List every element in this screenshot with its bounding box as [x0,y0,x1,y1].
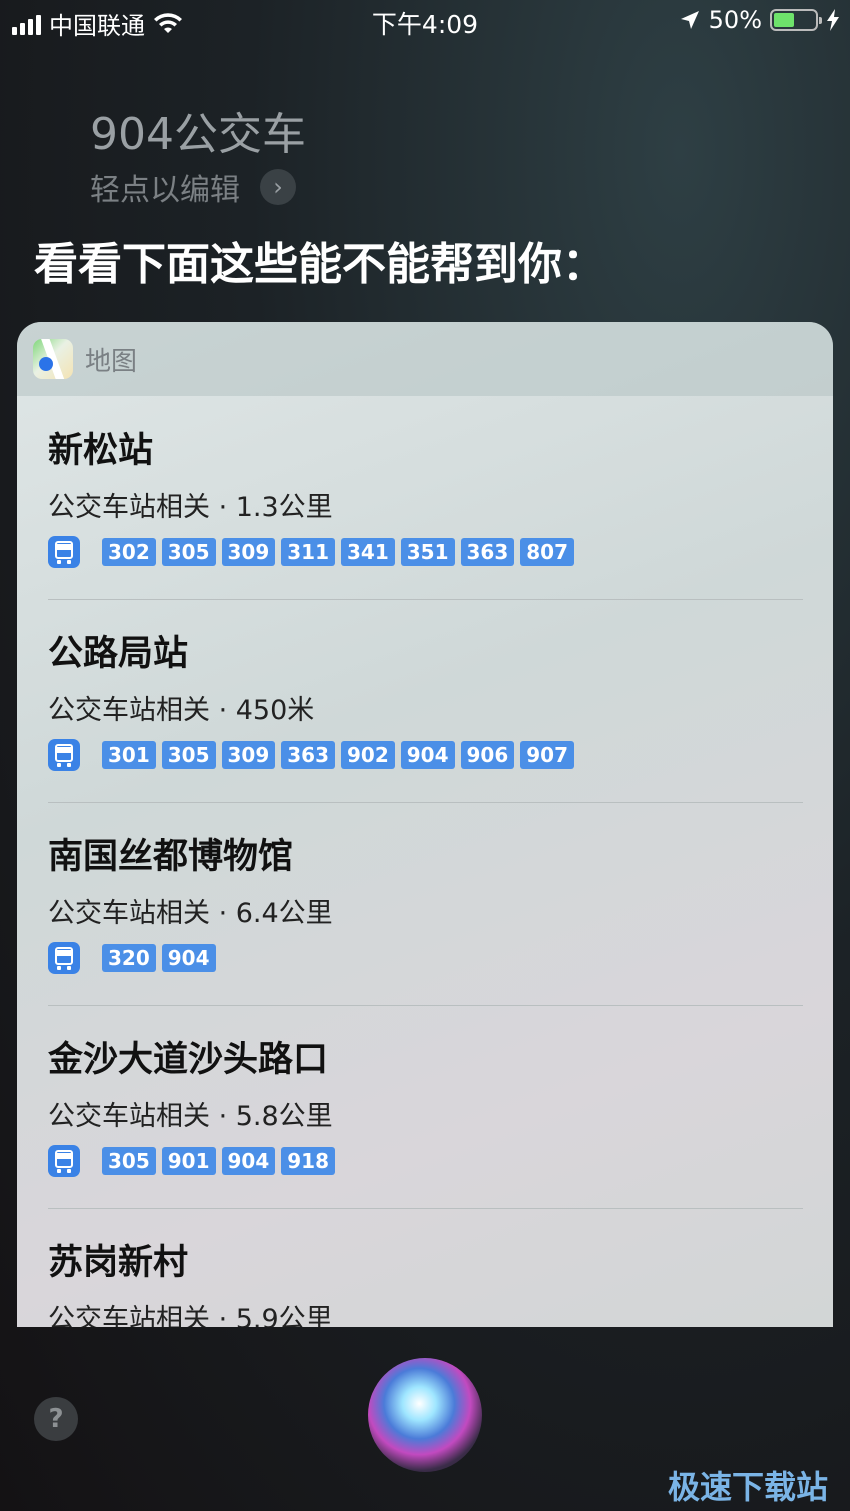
route-badge: 301 [102,741,156,769]
route-badge: 351 [400,538,455,566]
siri-orb-button[interactable] [368,1358,482,1472]
route-badge: 302 [102,538,156,566]
route-badge: 906 [460,741,515,769]
route-badge: 363 [460,538,515,566]
route-badge: 363 [281,741,335,769]
route-badge: 311 [281,538,335,566]
result-item[interactable]: 南国丝都博物馆 公交车站相关 · 6.4公里 320 904 [48,828,803,974]
route-badge: 341 [341,538,395,566]
siri-response-headline: 看看下面这些能不能帮到你： [34,239,606,290]
route-badge: 902 [341,741,395,769]
help-button[interactable]: ? [34,1397,78,1441]
result-item[interactable]: 公路局站 公交车站相关 · 450米 301 305 309 363 902 9… [48,625,803,771]
stop-subtitle: 公交车站相关 · 5.8公里 [48,1101,333,1132]
result-item[interactable]: 苏岗新村 公交车站相关 · 5.9公里 [48,1234,803,1327]
route-badge: 904 [400,741,455,769]
tap-to-edit[interactable]: 轻点以编辑 › [90,165,296,209]
route-badge: 918 [281,1147,335,1175]
watermark: 极速下载站 [667,1468,828,1506]
maps-app-icon [33,339,73,379]
stop-name: 金沙大道沙头路口 [48,1040,329,1080]
divider [48,1208,803,1209]
route-badge: 305 [102,1147,156,1175]
stop-subtitle: 公交车站相关 · 5.9公里 [48,1304,333,1327]
stop-name: 公路局站 [48,634,189,674]
bus-icon [48,1145,80,1177]
bus-icon [48,942,80,974]
route-badge: 904 [161,944,216,972]
result-item[interactable]: 金沙大道沙头路口 公交车站相关 · 5.8公里 305 901 904 918 [48,1031,803,1177]
siri-query[interactable]: 904公交车 [90,98,306,162]
route-badge: 305 [161,538,216,566]
stop-name: 南国丝都博物馆 [48,837,294,877]
route-badge: 309 [221,538,276,566]
tap-to-edit-label: 轻点以编辑 [90,173,240,208]
battery-percent: 50% [708,6,762,34]
status-bar: 中国联通 下午4:09 50% [0,0,850,44]
result-item[interactable]: 新松站 公交车站相关 · 1.3公里 302 305 309 311 341 3… [48,422,803,568]
maps-result-card: 地图 新松站 公交车站相关 · 1.3公里 302 305 309 311 34… [17,322,833,1327]
route-list: 302 305 309 311 341 351 363 807 [48,536,803,568]
stop-name: 新松站 [48,431,154,471]
charging-icon [827,9,839,31]
divider [48,1005,803,1006]
bus-icon [48,536,80,568]
route-badge: 305 [161,741,216,769]
route-badge: 907 [520,741,574,769]
stop-name: 苏岗新村 [48,1243,189,1283]
route-list: 305 901 904 918 [48,1145,803,1177]
route-badge: 309 [221,741,276,769]
card-header[interactable]: 地图 [17,322,833,396]
card-app-title: 地图 [85,346,138,377]
chevron-right-icon[interactable]: › [260,169,296,205]
divider [48,802,803,803]
location-icon [680,11,699,29]
battery-icon [770,9,822,31]
stop-subtitle: 公交车站相关 · 1.3公里 [48,492,333,523]
route-list: 301 305 309 363 902 904 906 907 [48,739,803,771]
route-badge: 807 [520,538,574,566]
stop-subtitle: 公交车站相关 · 450米 [48,695,315,726]
route-list: 320 904 [48,942,803,974]
route-badge: 901 [161,1147,216,1175]
bus-icon [48,739,80,771]
stop-subtitle: 公交车站相关 · 6.4公里 [48,898,333,929]
divider [48,599,803,600]
route-badge: 320 [102,944,156,972]
route-badge: 904 [221,1147,276,1175]
